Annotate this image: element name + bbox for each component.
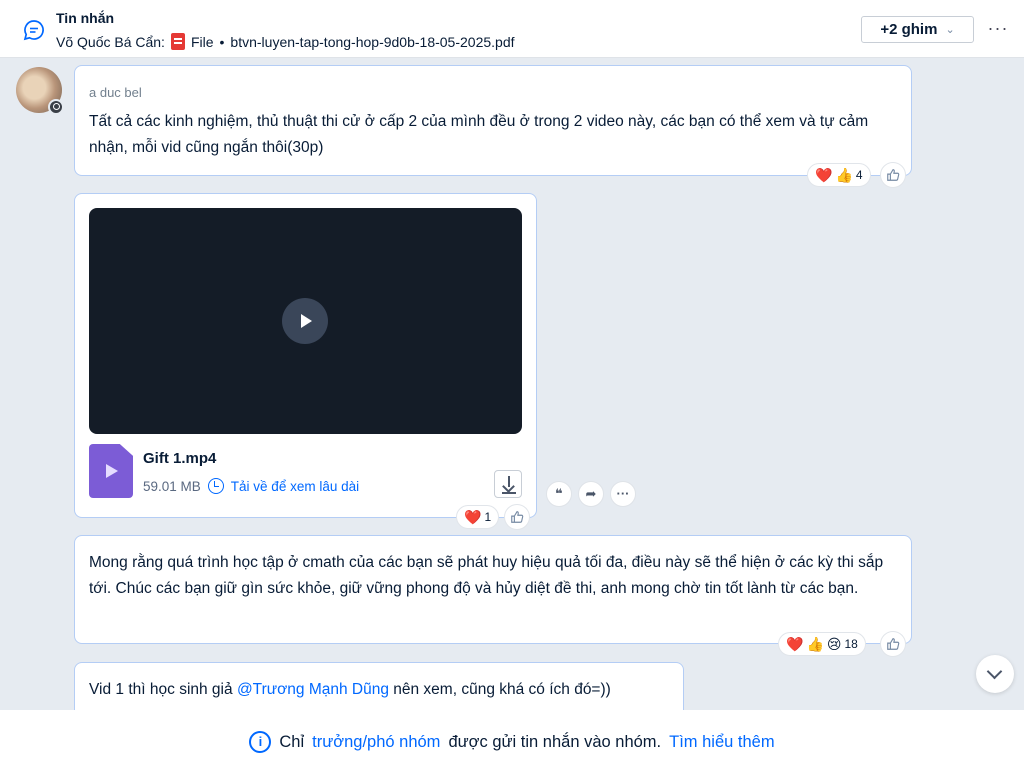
sender-name: a duc bel xyxy=(89,85,142,100)
quote-icon: ❝ xyxy=(555,486,563,501)
pinned-title: Tin nhắn xyxy=(56,10,115,26)
like-outline-icon xyxy=(887,638,900,650)
like-outline-icon xyxy=(511,511,524,523)
message-text-after: nên xem, cũng khá có ích đó=)) xyxy=(388,681,611,698)
message-text: Vid 1 thì học sinh giả @Trương Mạnh Dũng… xyxy=(89,677,679,703)
heart-icon: ❤️ xyxy=(786,636,804,652)
heart-icon: ❤️ xyxy=(815,167,833,183)
reaction-count: 18 xyxy=(844,637,858,651)
message-bubble[interactable]: Mong rằng quá trình học tập ở cmath của … xyxy=(74,535,912,644)
download-icon xyxy=(502,492,516,494)
message-more-button[interactable]: ··· xyxy=(610,481,636,507)
video-file-icon xyxy=(89,444,133,498)
role-link[interactable]: trưởng/phó nhóm xyxy=(312,733,440,752)
pinned-summary[interactable]: Võ Quốc Bá Cẩn: File • btvn-luyen-tap-to… xyxy=(56,33,515,50)
forward-button[interactable]: ➦ xyxy=(578,481,604,507)
reaction-summary[interactable]: ❤️ 1 xyxy=(456,505,500,529)
chevron-down-icon: ⌄ xyxy=(945,24,955,36)
reaction-count: 1 xyxy=(484,510,492,524)
more-pins-label: +2 ghim xyxy=(880,21,938,38)
forward-icon: ➦ xyxy=(585,486,597,501)
message-text-before: Vid 1 thì học sinh giả xyxy=(89,681,237,698)
notice-prefix: Chỉ xyxy=(279,732,305,751)
video-file-size: 59.01 MB xyxy=(143,478,201,494)
pinned-sender: Võ Quốc Bá Cẩn: xyxy=(56,33,165,50)
notice-middle: được gửi tin nhắn vào nhóm. xyxy=(448,732,662,751)
pinned-message-bar[interactable]: Tin nhắn Võ Quốc Bá Cẩn: File • btvn-luy… xyxy=(0,0,1024,58)
video-file-meta: 59.01 MB Tải về để xem lâu dài xyxy=(143,478,359,494)
clock-icon xyxy=(207,478,224,494)
thumbs-up-icon: 👍 xyxy=(835,167,853,183)
pinned-separator: • xyxy=(219,33,225,50)
reaction-summary[interactable]: ❤️ 👍 4 xyxy=(807,163,871,187)
learn-more-link[interactable]: Tìm hiểu thêm xyxy=(669,733,774,752)
more-options-button[interactable]: ··· xyxy=(986,18,1010,42)
reaction-count: 4 xyxy=(855,168,863,182)
thumbs-up-icon: 👍 xyxy=(806,636,824,652)
user-mention[interactable]: @Trương Mạnh Dũng xyxy=(237,681,389,698)
crying-face-icon: 😢 xyxy=(826,636,842,652)
message-bubble[interactable]: a duc bel Tất cả các kinh nghiệm, thủ th… xyxy=(74,65,912,176)
heart-icon: ❤️ xyxy=(464,509,482,525)
play-icon[interactable] xyxy=(282,298,328,344)
video-file-name[interactable]: Gift 1.mp4 xyxy=(143,450,216,467)
pinned-file-name: btvn-luyen-tap-tong-hop-9d0b-18-05-2025.… xyxy=(230,33,515,50)
video-message-bubble[interactable]: Gift 1.mp4 59.01 MB Tải về để xem lâu dà… xyxy=(74,193,537,518)
info-icon: i xyxy=(249,731,272,753)
message-text: Tất cả các kinh nghiệm, thủ thuật thi cử… xyxy=(89,113,869,156)
scroll-to-bottom-button[interactable] xyxy=(976,655,1014,693)
key-badge-icon xyxy=(48,99,64,115)
pinned-file-label: File xyxy=(190,33,214,50)
like-button[interactable] xyxy=(880,631,906,657)
pdf-file-icon xyxy=(170,33,185,50)
like-button[interactable] xyxy=(504,504,530,530)
like-outline-icon xyxy=(887,169,900,181)
like-button[interactable] xyxy=(880,162,906,188)
download-hint-link[interactable]: Tải về để xem lâu dài xyxy=(231,479,359,494)
reaction-summary[interactable]: ❤️ 👍 😢 18 xyxy=(778,632,866,656)
more-dots-icon: ··· xyxy=(616,486,630,501)
avatar[interactable] xyxy=(16,67,64,115)
download-button[interactable] xyxy=(494,470,522,498)
video-player[interactable] xyxy=(89,208,522,434)
message-text: Mong rằng quá trình học tập ở cmath của … xyxy=(89,554,884,597)
more-pins-button[interactable]: +2 ghim ⌄ xyxy=(861,16,974,43)
quote-button[interactable]: ❝ xyxy=(546,481,572,507)
chat-bubble-icon xyxy=(23,20,44,41)
send-restriction-notice: i Chỉ trưởng/phó nhóm được gửi tin nhắn … xyxy=(0,710,1024,774)
